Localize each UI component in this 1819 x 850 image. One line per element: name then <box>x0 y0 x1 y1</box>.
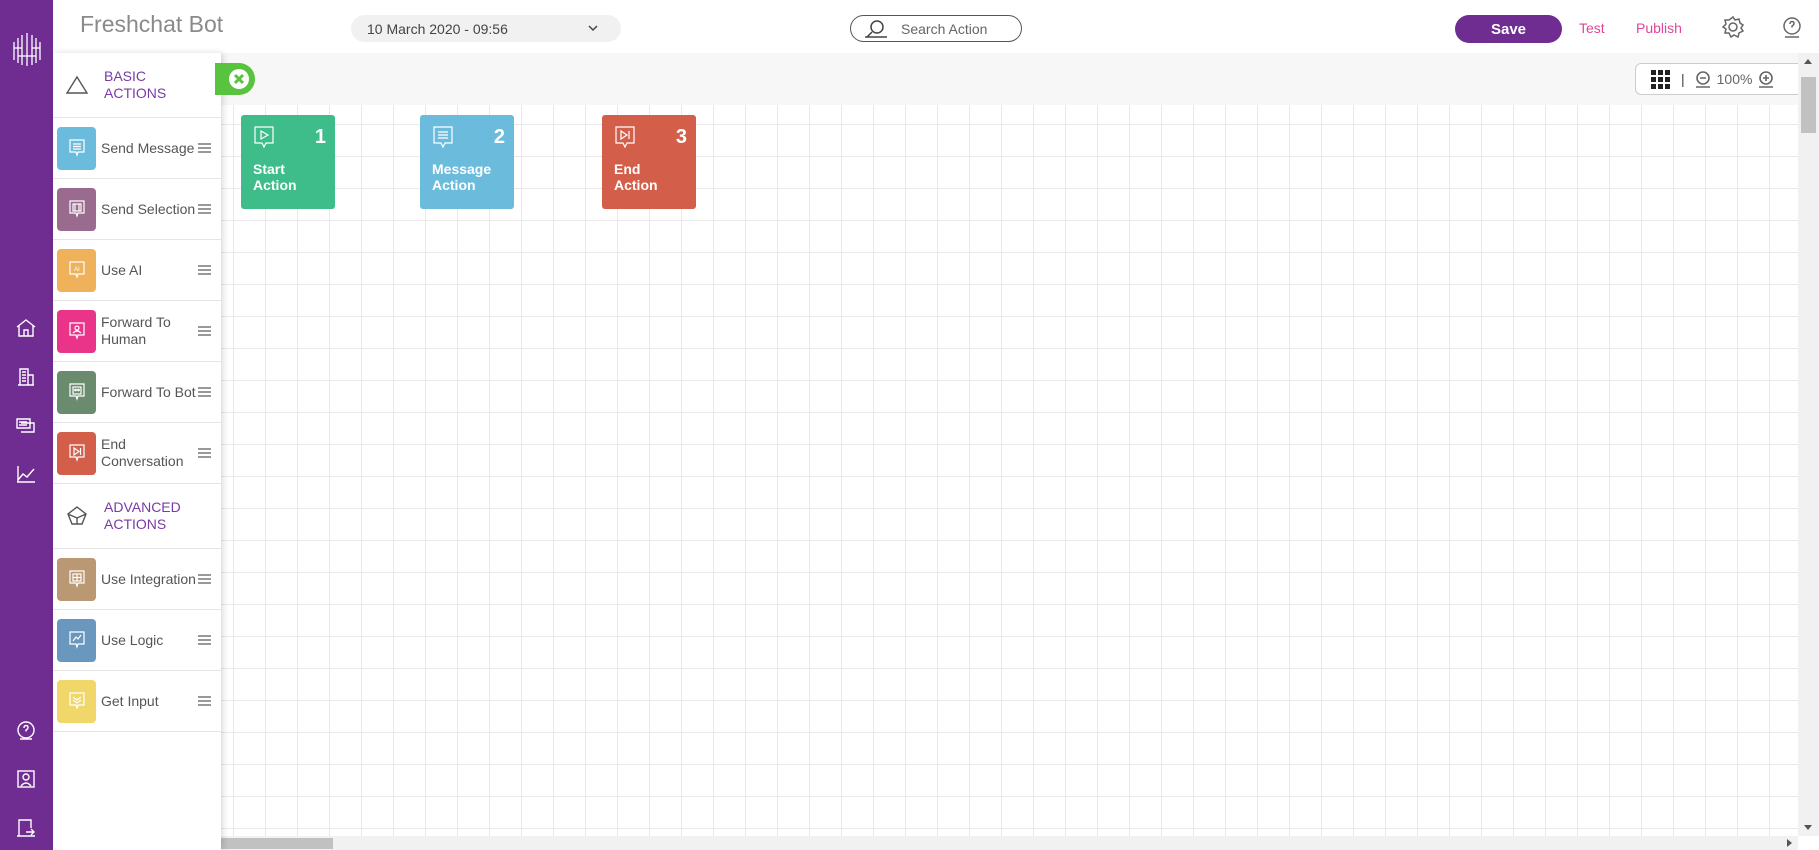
zoom-controls: | 100% <box>1635 63 1804 95</box>
left-rail <box>0 0 53 850</box>
drag-handle-icon[interactable] <box>198 143 211 153</box>
help-icon[interactable] <box>13 717 39 743</box>
node-number: 2 <box>493 126 505 148</box>
drag-handle-icon[interactable] <box>198 387 211 397</box>
node-label: Message Action <box>432 161 492 193</box>
zoom-level: 100% <box>1716 71 1753 87</box>
save-button[interactable]: Save <box>1455 15 1562 43</box>
zoom-in-icon[interactable] <box>1756 69 1776 89</box>
triangle-icon <box>65 75 89 94</box>
message-icon <box>430 124 456 150</box>
palette-item-label: Forward To Bot <box>101 383 196 400</box>
advanced-actions-header: ADVANCED ACTIONS <box>53 484 221 549</box>
svg-text:AI: AI <box>74 267 80 273</box>
drag-handle-icon[interactable] <box>198 204 211 214</box>
palette-item-use-integration[interactable]: Use Integration <box>53 549 221 610</box>
scroll-up-arrow[interactable] <box>1804 59 1812 64</box>
help-circle-icon[interactable] <box>1779 14 1805 40</box>
drag-handle-icon[interactable] <box>198 265 211 275</box>
canvas-toolbar-area <box>221 53 1798 105</box>
test-link[interactable]: Test <box>1579 20 1605 36</box>
human-icon <box>57 309 96 353</box>
end-icon <box>612 124 638 150</box>
palette-item-label: End Conversation <box>101 436 184 469</box>
palette-item-send-selection[interactable]: Send Selection <box>53 179 221 240</box>
chevron-down-icon <box>588 25 598 32</box>
integration-icon <box>57 557 96 601</box>
drag-handle-icon[interactable] <box>198 326 211 336</box>
palette-item-use-logic[interactable]: Use Logic <box>53 610 221 671</box>
publish-link[interactable]: Publish <box>1636 20 1682 36</box>
close-palette-button[interactable] <box>215 63 255 95</box>
profile-icon[interactable] <box>13 766 39 792</box>
palette-item-label: Send Selection <box>101 200 196 217</box>
scroll-right-arrow[interactable] <box>1787 839 1792 847</box>
drag-handle-icon[interactable] <box>198 635 211 645</box>
vertical-scrollbar[interactable] <box>1798 53 1819 836</box>
version-select-value: 10 March 2020 - 09:56 <box>367 20 508 37</box>
palette-item-use-ai[interactable]: AI Use AI <box>53 240 221 301</box>
horizontal-scroll-thumb[interactable] <box>221 838 333 849</box>
action-palette: BASIC ACTIONS Send Message Send Selection… <box>53 53 221 850</box>
palette-item-get-input[interactable]: Get Input <box>53 671 221 732</box>
message-icon <box>57 126 96 170</box>
drag-handle-icon[interactable] <box>198 696 211 706</box>
palette-item-send-message[interactable]: Send Message <box>53 118 221 179</box>
node-number: 1 <box>314 126 326 148</box>
play-icon <box>251 124 277 150</box>
version-select[interactable]: 10 March 2020 - 09:56 <box>351 15 621 42</box>
flow-node-3[interactable]: 3 End Action <box>602 115 696 209</box>
vertical-scroll-thumb[interactable] <box>1801 77 1816 133</box>
search-icon <box>865 20 887 38</box>
home-icon[interactable] <box>13 315 39 341</box>
search-input[interactable] <box>901 20 1011 37</box>
palette-item-label: Get Input <box>101 692 159 709</box>
bot-icon <box>57 370 96 414</box>
advanced-actions-heading: ADVANCED ACTIONS <box>104 499 181 532</box>
zoom-out-icon[interactable] <box>1693 69 1713 89</box>
palette-item-forward-to-bot[interactable]: Forward To Bot <box>53 362 221 423</box>
palette-item-forward-to-human[interactable]: Forward To Human <box>53 301 221 362</box>
close-icon <box>229 69 249 89</box>
palette-item-end-conversation[interactable]: End Conversation <box>53 423 221 484</box>
node-label: End Action <box>614 161 658 193</box>
logic-icon <box>57 618 96 662</box>
flow-node-1[interactable]: 1 Start Action <box>241 115 335 209</box>
palette-item-label: Forward To Human <box>101 314 171 347</box>
top-header: Freshchat Bot 10 March 2020 - 09:56 Save… <box>53 0 1819 53</box>
palette-item-label: Use Integration <box>101 570 196 587</box>
app-title: Freshchat Bot <box>80 11 224 37</box>
drag-handle-icon[interactable] <box>198 448 211 458</box>
palette-item-label: Use AI <box>101 261 143 278</box>
selection-icon <box>57 187 96 231</box>
flow-canvas[interactable]: 1 Start Action 2 Message Action 3 End Ac… <box>221 53 1798 836</box>
zoom-separator: | <box>1681 71 1685 87</box>
palette-item-label: Send Message <box>101 139 195 156</box>
cube-icon <box>67 506 87 525</box>
grid-toggle-icon[interactable] <box>1651 70 1671 89</box>
end-icon <box>57 431 96 475</box>
search-action-box[interactable] <box>850 15 1022 42</box>
scroll-down-arrow[interactable] <box>1804 825 1812 830</box>
basic-actions-header: BASIC ACTIONS <box>53 53 221 118</box>
ai-icon: AI <box>57 248 96 292</box>
basic-actions-heading: BASIC ACTIONS <box>104 68 167 101</box>
node-label: Start Action <box>253 161 297 193</box>
settings-icon[interactable] <box>1720 14 1746 40</box>
logout-icon[interactable] <box>13 815 39 841</box>
drag-handle-icon[interactable] <box>198 574 211 584</box>
building-icon[interactable] <box>13 364 39 390</box>
horizontal-scrollbar[interactable] <box>221 836 1798 850</box>
analytics-icon[interactable] <box>13 461 39 487</box>
palette-item-label: Use Logic <box>101 631 164 648</box>
flow-node-2[interactable]: 2 Message Action <box>420 115 514 209</box>
freshchat-logo-icon[interactable] <box>10 30 44 68</box>
inbox-icon[interactable] <box>13 412 39 438</box>
input-icon <box>57 679 96 723</box>
node-number: 3 <box>675 126 687 148</box>
